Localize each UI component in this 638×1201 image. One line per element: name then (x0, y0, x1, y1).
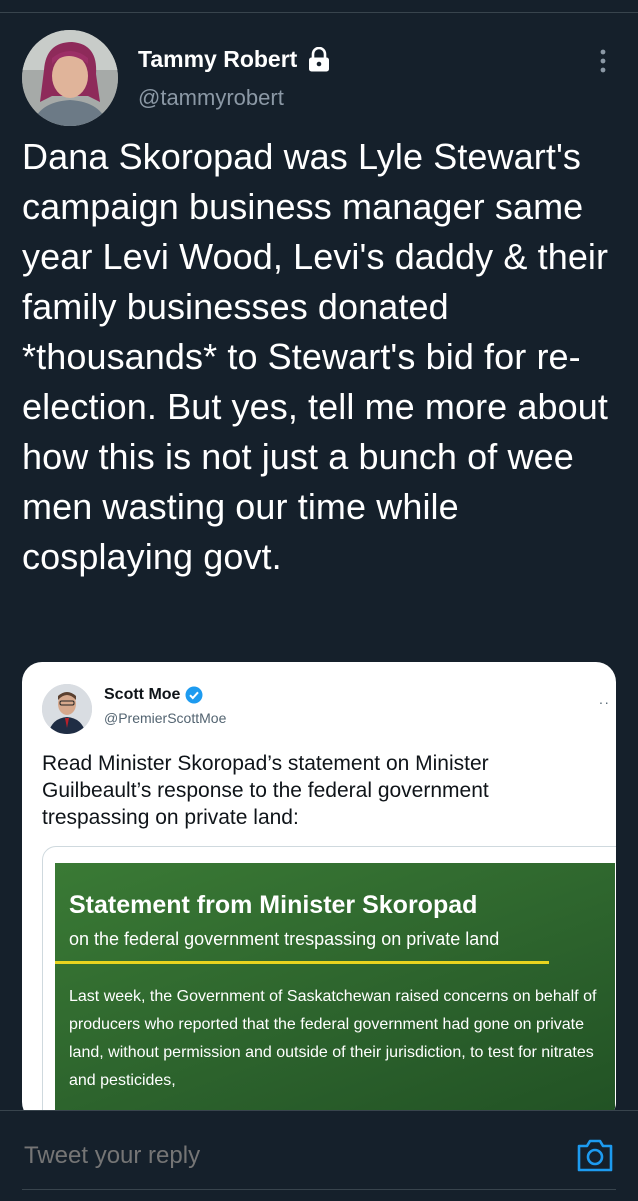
statement-divider (55, 961, 549, 964)
quoted-author-handle[interactable]: @PremierScottMoe (104, 710, 226, 726)
author-handle[interactable]: @tammyrobert (138, 85, 284, 111)
quoted-author-name-text: Scott Moe (104, 686, 181, 703)
author-name[interactable]: Tammy Robert (138, 46, 331, 73)
more-vertical-icon[interactable] (598, 48, 608, 76)
quoted-more-icon[interactable]: ·· (599, 694, 610, 710)
quoted-tweet-text: Read Minister Skoropad’s statement on Mi… (42, 752, 489, 829)
quoted-tweet-card[interactable]: Scott Moe @PremierScottMoe ·· Read Minis… (22, 662, 616, 1122)
lock-icon (307, 46, 331, 73)
author-name-text: Tammy Robert (138, 46, 298, 72)
camera-icon[interactable] (576, 1137, 614, 1173)
statement-title: Statement from Minister Skoropad (69, 891, 478, 919)
quoted-author-avatar[interactable] (42, 684, 92, 734)
statement-subtitle: on the federal government trespassing on… (69, 929, 500, 949)
author-avatar[interactable] (22, 30, 118, 126)
top-divider (0, 12, 638, 13)
verified-badge-icon (185, 686, 203, 704)
quoted-media-image[interactable]: Statement from Minister Skoropad on the … (42, 846, 616, 1122)
reply-underline (22, 1189, 616, 1190)
tweet-header: Tammy Robert @tammyrobert (22, 30, 616, 130)
statement-graphic: Statement from Minister Skoropad on the … (55, 863, 615, 1122)
reply-input[interactable] (22, 1141, 526, 1171)
reply-bar (0, 1110, 638, 1201)
statement-body: Last week, the Government of Saskatchewa… (69, 988, 597, 1089)
tweet-text: Dana Skoropad was Lyle Stewart's campaig… (22, 136, 609, 577)
quoted-author-name[interactable]: Scott Moe (104, 686, 203, 704)
